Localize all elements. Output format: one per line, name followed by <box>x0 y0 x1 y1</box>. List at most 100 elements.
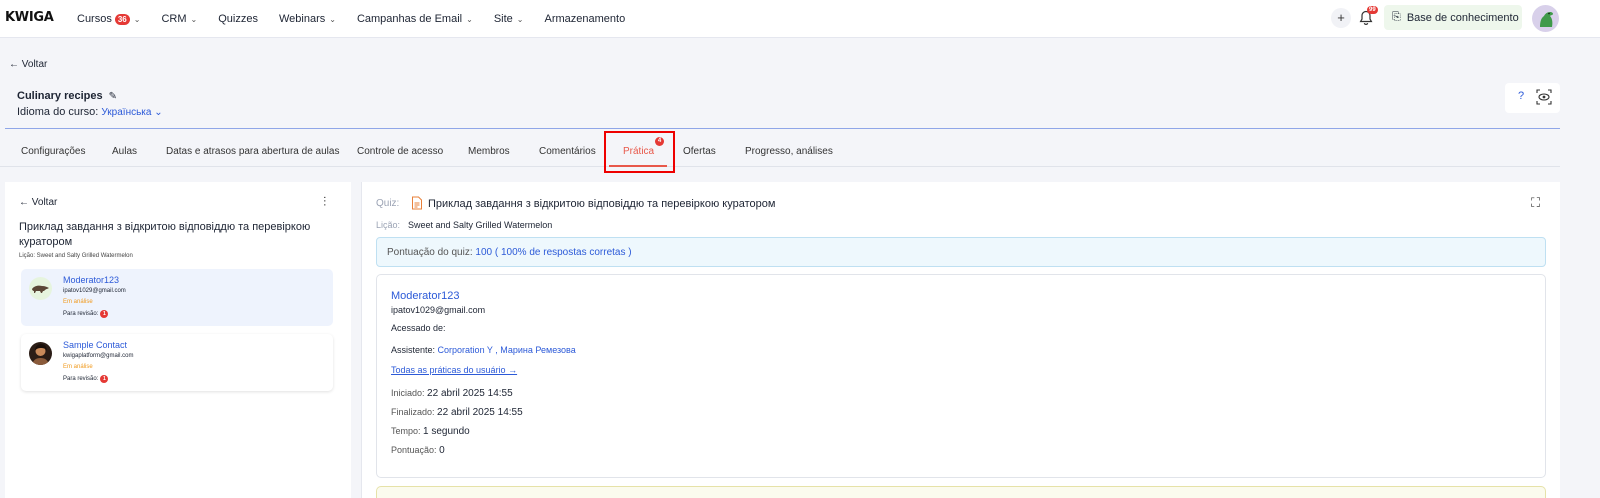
animal-avatar-icon <box>32 285 49 293</box>
user-avatar[interactable] <box>1532 5 1559 32</box>
started-row: Iniciado: 22 abril 2025 14:55 <box>391 388 513 399</box>
submission-status: Em análise <box>63 299 93 305</box>
tab-comments[interactable]: Comentários <box>539 146 596 157</box>
nav-storage-label: Armazenamento <box>544 13 626 25</box>
submission-email: ipatov1029@gmail.com <box>63 288 126 294</box>
nav-site[interactable]: Site ⌄ <box>494 13 524 25</box>
pencil-icon[interactable]: ✎ <box>109 91 117 102</box>
nav-email-campaigns[interactable]: Campanhas de Email ⌄ <box>357 13 473 25</box>
accessed-from: Acessado de: <box>391 323 446 333</box>
tab-progress-analytics[interactable]: Progresso, análises <box>745 146 833 157</box>
panel-back-link[interactable]: ← Voltar <box>19 197 57 208</box>
tab-offers[interactable]: Ofertas <box>683 146 716 157</box>
submission-review: Para revisão: 1 <box>63 375 109 383</box>
preview-eye-icon[interactable] <box>1536 89 1552 105</box>
header-divider <box>5 128 1560 129</box>
nav-email-campaigns-label: Campanhas de Email <box>356 13 463 25</box>
time-value: 1 segundo <box>423 426 470 437</box>
quiz-score: Pontuação do quiz: 100 ( 100% de respost… <box>387 247 632 258</box>
time-row: Tempo: 1 segundo <box>391 426 470 437</box>
nav-storage[interactable]: Armazenamento <box>544 13 625 25</box>
submission-card[interactable]: Moderator123 ipatov1029@gmail.com Em aná… <box>21 269 333 326</box>
course-language: Idioma do curso: Українська ⌄ <box>17 106 163 118</box>
tab-lessons[interactable]: Aulas <box>112 146 137 157</box>
course-language-select[interactable]: Українська ⌄ <box>101 107 162 118</box>
nav-cursos-label: Cursos <box>77 13 112 25</box>
all-user-practices-link[interactable]: Todas as práticas do usuário → <box>391 365 517 375</box>
submission-review: Para revisão: 1 <box>63 310 109 318</box>
nav-webinars[interactable]: Webinars ⌄ <box>279 13 336 25</box>
review-count-badge: 1 <box>100 375 109 383</box>
knowledge-base-button[interactable]: ⎘ Base de conhecimento <box>1384 5 1522 30</box>
submission-name: Sample Contact <box>63 340 128 350</box>
submission-status: Em análise <box>63 364 93 370</box>
nav-crm[interactable]: CRM ⌄ <box>161 13 197 25</box>
chevron-down-icon: ⌄ <box>154 107 163 118</box>
nav-cursos-badge: 36 <box>114 13 130 25</box>
nav-quizzes[interactable]: Quizzes <box>218 13 258 25</box>
student-email: ipatov1029@gmail.com <box>391 305 486 315</box>
help-button[interactable]: ? <box>1518 90 1524 102</box>
notifications-button[interactable]: 99 <box>1359 6 1378 26</box>
student-info-card: Moderator123 ipatov1029@gmail.com Acessa… <box>376 274 1546 478</box>
quiz-title: Приклад завдання з відкритою відповіддю … <box>428 198 776 210</box>
task-title: Приклад завдання з відкритою відповіддю … <box>19 221 311 248</box>
back-link[interactable]: ← Voltar <box>9 59 47 70</box>
course-title-text: Culinary recipes <box>17 90 103 102</box>
quiz-score-box: Pontuação do quiz: 100 ( 100% de respost… <box>376 237 1546 267</box>
tab-access-control[interactable]: Controle de acesso <box>357 146 443 157</box>
avatar <box>29 277 52 300</box>
submission-detail-panel: Quiz: Приклад завдання з відкритою відпо… <box>362 182 1560 498</box>
header-tools: ? <box>1505 83 1560 113</box>
kwiga-logo[interactable]: KWIGA <box>5 10 54 25</box>
fullscreen-icon[interactable]: ⛶ <box>1531 195 1540 211</box>
tab-settings[interactable]: Configurações <box>21 146 85 157</box>
course-title: Culinary recipes ✎ <box>17 90 117 102</box>
finished-label: Finalizado: <box>391 407 435 417</box>
course-language-label: Idioma do curso: <box>17 106 99 118</box>
filter-sliders-icon[interactable]: ⫶ <box>323 194 326 210</box>
points-row: Pontuação: 0 <box>391 445 445 456</box>
main-nav: Cursos 36 ⌄ CRM ⌄ Quizzes Webinars ⌄ Cam… <box>77 0 646 38</box>
book-icon: ⎘ <box>1392 11 1401 23</box>
task-lesson: Lição: Sweet and Salty Grilled Watermelo… <box>19 253 133 259</box>
chevron-down-icon: ⌄ <box>329 14 336 24</box>
nav-quizzes-label: Quizzes <box>218 13 258 25</box>
nav-site-label: Site <box>493 13 513 25</box>
assistant-link[interactable]: Марина Ремезова <box>500 345 575 355</box>
next-answer-card <box>376 486 1546 498</box>
nav-webinars-label: Webinars <box>278 13 326 25</box>
student-name-link[interactable]: Moderator123 <box>391 290 460 302</box>
finished-value: 22 abril 2025 14:55 <box>437 407 523 418</box>
time-label: Tempo: <box>391 426 421 436</box>
chevron-down-icon: ⌄ <box>190 14 198 24</box>
points-label: Pontuação: <box>391 445 437 455</box>
submission-email: kwigaplatform@gmail.com <box>63 353 134 359</box>
tab-dates-delays[interactable]: Datas e atrasos para abertura de aulas <box>166 146 339 157</box>
person-avatar-icon <box>32 344 49 365</box>
back-link-label: Voltar <box>21 59 48 70</box>
course-language-value: Українська <box>101 107 152 118</box>
nav-crm-label: CRM <box>161 13 187 25</box>
assistant-link[interactable]: Corporation Y <box>438 345 493 355</box>
submission-card[interactable]: Sample Contact kwigaplatform@gmail.com E… <box>21 334 333 391</box>
review-label: Para revisão: <box>63 376 99 382</box>
tab-members[interactable]: Membros <box>468 146 510 157</box>
knowledge-base-label: Base de conhecimento <box>1406 11 1519 24</box>
finished-row: Finalizado: 22 abril 2025 14:55 <box>391 407 523 418</box>
avatar <box>29 342 52 365</box>
course-tabs: Configurações Aulas Datas e atrasos para… <box>0 137 1560 167</box>
assistants: Assistente: Corporation Y , Марина Ремез… <box>391 345 576 355</box>
top-navbar: KWIGA Cursos 36 ⌄ CRM ⌄ Quizzes Webinars… <box>0 0 1600 38</box>
chevron-down-icon: ⌄ <box>133 14 141 24</box>
notifications-badge: 99 <box>1367 6 1378 14</box>
quiz-label: Quiz: <box>376 198 400 209</box>
started-value: 22 abril 2025 14:55 <box>427 388 513 399</box>
add-button[interactable]: + <box>1331 8 1351 28</box>
started-label: Iniciado: <box>391 388 425 398</box>
nav-cursos[interactable]: Cursos 36 ⌄ <box>77 13 140 25</box>
quiz-score-label: Pontuação do quiz: <box>387 247 473 258</box>
assistant-label: Assistente: <box>391 345 436 355</box>
highlight-box <box>604 131 675 173</box>
quiz-score-value: 100 ( 100% de respostas corretas ) <box>475 247 632 258</box>
